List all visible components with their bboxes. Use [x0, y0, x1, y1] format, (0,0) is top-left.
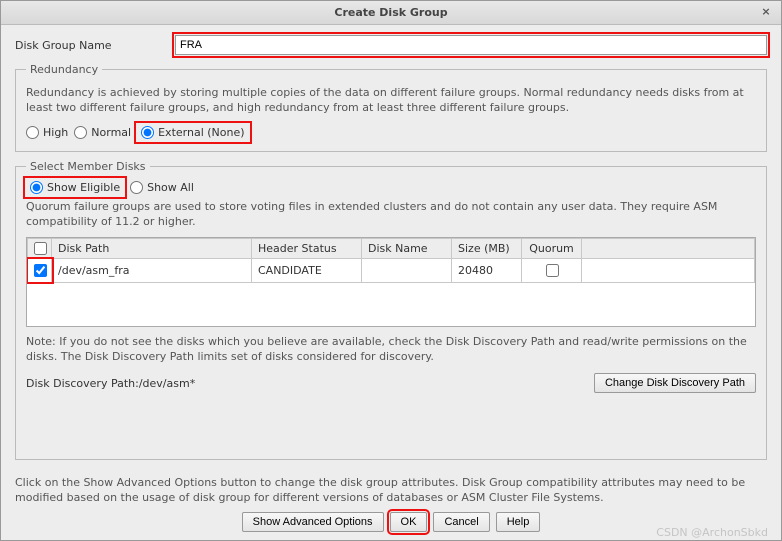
- close-icon[interactable]: ×: [757, 3, 775, 21]
- footer-text: Click on the Show Advanced Options butto…: [15, 476, 767, 506]
- members-legend: Select Member Disks: [26, 160, 150, 173]
- redundancy-normal-label: Normal: [91, 126, 131, 139]
- redundancy-normal-radio[interactable]: [74, 126, 87, 139]
- cell-spacer: [582, 259, 755, 283]
- discovery-note: Note: If you do not see the disks which …: [26, 335, 756, 365]
- cell-size: 20480: [452, 259, 522, 283]
- button-bar: Show Advanced Options OK Cancel Help: [15, 512, 767, 532]
- titlebar: Create Disk Group ×: [1, 1, 781, 25]
- redundancy-external-label: External (None): [158, 126, 244, 139]
- change-discovery-path-button[interactable]: Change Disk Discovery Path: [594, 373, 756, 393]
- redundancy-high-radio[interactable]: [26, 126, 39, 139]
- redundancy-legend: Redundancy: [26, 63, 102, 76]
- cancel-button[interactable]: Cancel: [433, 512, 489, 532]
- dialog-window: Create Disk Group × Disk Group Name Redu…: [0, 0, 782, 541]
- redundancy-options: High Normal External (None): [26, 124, 756, 141]
- show-all-label: Show All: [147, 181, 194, 194]
- disk-group-name-input[interactable]: [175, 35, 767, 55]
- members-group: Select Member Disks Show Eligible Show A…: [15, 160, 767, 461]
- disk-group-name-label: Disk Group Name: [15, 39, 175, 52]
- show-all[interactable]: Show All: [130, 181, 194, 194]
- content-area: Disk Group Name Redundancy Redundancy is…: [1, 25, 781, 540]
- col-name[interactable]: Disk Name: [362, 239, 452, 259]
- redundancy-group: Redundancy Redundancy is achieved by sto…: [15, 63, 767, 152]
- ok-button[interactable]: OK: [390, 512, 428, 532]
- redundancy-desc: Redundancy is achieved by storing multip…: [26, 86, 756, 116]
- disks-table: Disk Path Header Status Disk Name Size (…: [27, 238, 755, 283]
- cell-name[interactable]: [362, 259, 452, 283]
- col-quorum[interactable]: Quorum: [522, 239, 582, 259]
- col-select[interactable]: [28, 239, 52, 259]
- disks-table-wrap: Disk Path Header Status Disk Name Size (…: [26, 237, 756, 327]
- table-row[interactable]: /dev/asm_fra CANDIDATE 20480: [28, 259, 755, 283]
- select-all-checkbox[interactable]: [34, 242, 47, 255]
- discovery-path-row: Disk Discovery Path: /dev/asm* Change Di…: [26, 373, 756, 393]
- redundancy-high[interactable]: High: [26, 126, 68, 139]
- cell-header: CANDIDATE: [252, 259, 362, 283]
- cell-path: /dev/asm_fra: [52, 259, 252, 283]
- show-eligible-radio[interactable]: [30, 181, 43, 194]
- row-quorum-checkbox[interactable]: [546, 264, 559, 277]
- col-spacer: [582, 239, 755, 259]
- help-button[interactable]: Help: [496, 512, 541, 532]
- show-eligible-label: Show Eligible: [47, 181, 120, 194]
- show-advanced-button[interactable]: Show Advanced Options: [242, 512, 384, 532]
- col-header[interactable]: Header Status: [252, 239, 362, 259]
- name-row: Disk Group Name: [15, 35, 767, 55]
- show-all-radio[interactable]: [130, 181, 143, 194]
- redundancy-external-radio[interactable]: [141, 126, 154, 139]
- redundancy-normal[interactable]: Normal: [74, 126, 131, 139]
- window-title: Create Disk Group: [334, 6, 447, 19]
- col-path[interactable]: Disk Path: [52, 239, 252, 259]
- members-desc: Quorum failure groups are used to store …: [26, 200, 756, 230]
- row-checkbox[interactable]: [34, 264, 47, 277]
- table-header-row: Disk Path Header Status Disk Name Size (…: [28, 239, 755, 259]
- discovery-path-value: /dev/asm*: [139, 377, 195, 390]
- redundancy-external[interactable]: External (None): [137, 124, 248, 141]
- col-size[interactable]: Size (MB): [452, 239, 522, 259]
- show-eligible[interactable]: Show Eligible: [26, 179, 124, 196]
- show-filter: Show Eligible Show All: [26, 179, 756, 196]
- redundancy-high-label: High: [43, 126, 68, 139]
- discovery-path-label: Disk Discovery Path:: [26, 377, 139, 390]
